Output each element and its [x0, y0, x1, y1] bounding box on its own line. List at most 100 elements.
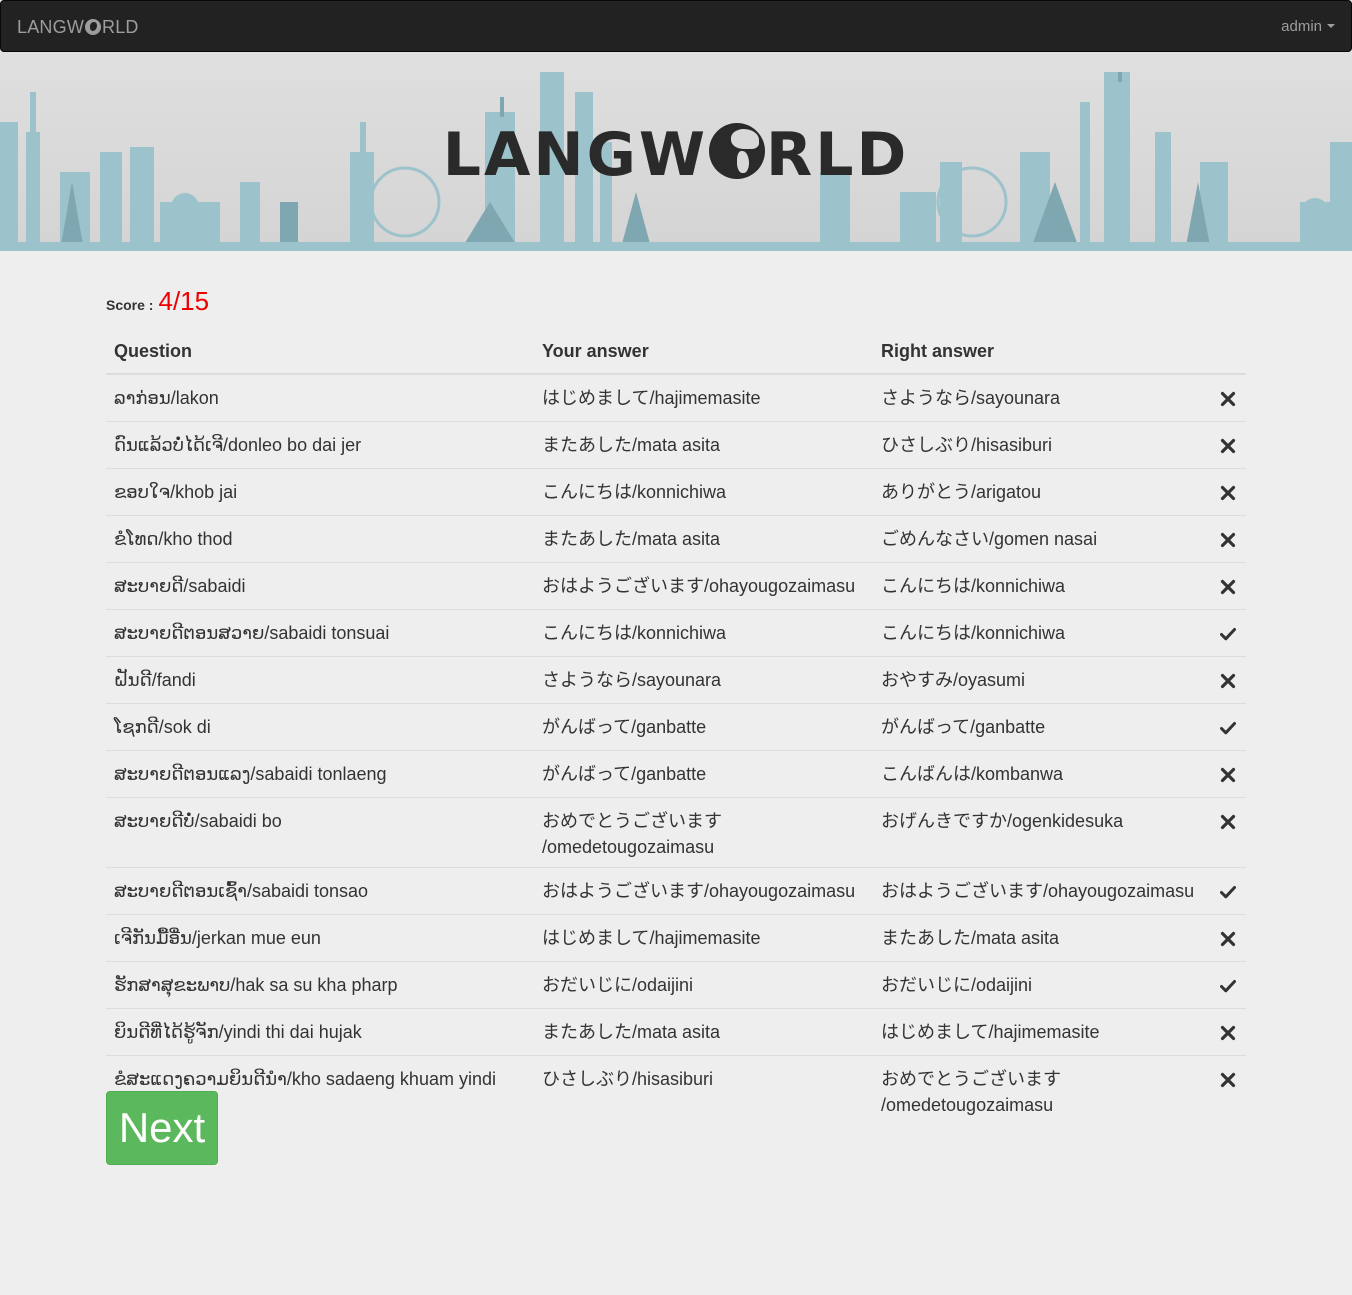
question-cell: ສະບາຍດີຕອນເຊົ້າ/sabaidi tonsao	[106, 867, 534, 915]
your-answer-cell: がんばって/ganbatte	[534, 703, 873, 751]
result-cell	[1212, 609, 1246, 657]
user-dropdown[interactable]: admin	[1281, 18, 1335, 35]
result-cell	[1212, 1008, 1246, 1056]
cross-icon	[1220, 811, 1236, 830]
result-cell	[1212, 515, 1246, 563]
result-cell	[1212, 797, 1246, 868]
question-cell: ສະບາຍດີຕອນແລງ/sabaidi tonlaeng	[106, 750, 534, 798]
right-answer-cell: さようなら/sayounara	[881, 388, 1061, 408]
right-answer-cell: またあした/mata asita	[873, 914, 1212, 962]
column-header-right-answer: Right answer	[873, 330, 1212, 375]
cross-icon	[1220, 928, 1236, 947]
result-cell	[1212, 867, 1246, 915]
question-cell: ເຈີກັນມື້ອື່ນ/jerkan mue eun	[106, 914, 534, 962]
table-row: ສະບາຍດີ/sabaidi おはようございます/ohayougozaimasu…	[106, 562, 1246, 610]
question-cell: ລາກ່ອນ/lakon	[114, 388, 219, 408]
your-answer-cell: おはようございます/ohayougozaimasu	[534, 562, 873, 610]
caret-down-icon	[1327, 24, 1335, 28]
result-cell	[1212, 914, 1246, 962]
right-answer-cell: はじめまして/hajimemasite	[873, 1008, 1212, 1056]
right-answer-cell: がんばって/ganbatte	[873, 703, 1212, 751]
result-cell	[1212, 703, 1246, 751]
question-cell: ສະບາຍດີ/sabaidi	[106, 562, 534, 610]
right-answer-cell: こんにちは/konnichiwa	[873, 562, 1212, 610]
question-cell: ສະບາຍດີຕອນສວາຍ/sabaidi tonsuai	[106, 609, 534, 657]
check-icon	[1220, 717, 1236, 735]
table-row: ຮັກສາສຸຂະພາບ/hak sa su kha pharp おだいじに/od…	[106, 961, 1246, 1009]
question-cell: ດົນແລ້ວບໍ່ໄດ້ເຈີ/donleo bo dai jer	[106, 421, 534, 469]
your-answer-cell: がんばって/ganbatte	[534, 750, 873, 798]
question-cell: ຝັນດີ/fandi	[106, 656, 534, 704]
result-cell	[1212, 421, 1246, 469]
result-cell	[1212, 750, 1246, 798]
your-answer-cell: おめでとうございます/omedetougozaimasu	[534, 797, 873, 868]
cross-icon	[1220, 435, 1236, 454]
banner-logo: LANGW RLD	[0, 120, 1352, 190]
your-answer-cell: おはようございます/ohayougozaimasu	[534, 867, 873, 915]
table-row: ຂອບໃຈ/khob jai こんにちは/konnichiwa ありがとう/arig…	[106, 468, 1246, 516]
cross-icon	[1220, 764, 1236, 783]
user-name: admin	[1281, 18, 1322, 35]
score-label: Score :	[106, 297, 154, 313]
your-answer-cell: さようなら/sayounara	[534, 656, 873, 704]
your-answer-cell: おだいじに/odaijini	[534, 961, 873, 1009]
globe-icon	[709, 123, 766, 179]
right-answer-cell: おやすみ/oyasumi	[873, 656, 1212, 704]
cross-icon	[1220, 388, 1236, 407]
question-cell: ຮັກສາສຸຂະພາບ/hak sa su kha pharp	[106, 961, 534, 1009]
right-answer-cell: ありがとう/arigatou	[873, 468, 1212, 516]
right-answer-cell: こんばんは/kombanwa	[873, 750, 1212, 798]
table-row: ຍິນດີທີ່ໄດ້ຮູ້ຈັກ/yindi thi dai hujak またあ…	[106, 1008, 1246, 1056]
result-cell	[1212, 562, 1246, 610]
cross-icon	[1220, 576, 1236, 595]
question-cell: ໂຊກດີ/sok di	[106, 703, 534, 751]
cross-icon	[1220, 529, 1236, 548]
table-row: ສະບາຍດີຕອນເຊົ້າ/sabaidi tonsao おはようございます/…	[106, 867, 1246, 915]
results-table: Question Your answer Right answer ລາກ່ອນ…	[106, 330, 1246, 1125]
next-button[interactable]: Next	[106, 1091, 218, 1165]
question-cell: ສະບາຍດີບໍ່/sabaidi bo	[106, 797, 534, 868]
your-answer-cell: はじめまして/hajimemasite	[542, 388, 761, 408]
table-row: ຂໍໂທດ/kho thod またあした/mata asita ごめんなさい/gom…	[106, 515, 1246, 563]
check-icon	[1220, 623, 1236, 641]
column-header-question: Question	[106, 330, 534, 375]
check-icon	[1220, 975, 1236, 993]
your-answer-cell: ひさしぶり/hisasiburi	[534, 1055, 873, 1125]
right-answer-cell: おだいじに/odaijini	[873, 961, 1212, 1009]
table-header-row: Question Your answer Right answer	[106, 330, 1246, 375]
your-answer-cell: はじめまして/hajimemasite	[534, 914, 873, 962]
top-navbar: LANGW RLD admin	[0, 0, 1352, 52]
table-row: ໂຊກດີ/sok di がんばって/ganbatte がんばって/ganbatte	[106, 703, 1246, 751]
right-answer-cell: おめでとうございます/omedetougozaimasu	[873, 1055, 1212, 1125]
check-icon	[1220, 881, 1236, 899]
table-row: ດົນແລ້ວບໍ່ໄດ້ເຈີ/donleo bo dai jer またあした/…	[106, 421, 1246, 469]
banner-logo-prefix: LANGW	[442, 120, 709, 190]
table-row: ເຈີກັນມື້ອື່ນ/jerkan mue eun はじめまして/hajim…	[106, 914, 1246, 962]
question-cell: ຂໍໂທດ/kho thod	[106, 515, 534, 563]
table-row: ຝັນດີ/fandi さようなら/sayounara おやすみ/oyasumi	[106, 656, 1246, 704]
result-cell	[1212, 374, 1246, 422]
table-row: ລາກ່ອນ/lakon はじめまして/hajimemasite さようなら/say…	[106, 374, 1246, 422]
column-header-result	[1212, 330, 1246, 375]
cross-icon	[1220, 670, 1236, 689]
right-answer-cell: おげんきですか/ogenkidesuka	[873, 797, 1212, 868]
result-cell	[1212, 961, 1246, 1009]
result-cell	[1212, 656, 1246, 704]
right-answer-cell: ごめんなさい/gomen nasai	[873, 515, 1212, 563]
your-answer-cell: またあした/mata asita	[534, 1008, 873, 1056]
your-answer-cell: またあした/mata asita	[534, 515, 873, 563]
result-cell	[1212, 468, 1246, 516]
table-row: ສະບາຍດີຕອນສວາຍ/sabaidi tonsuai こんにちは/konn…	[106, 609, 1246, 657]
banner-logo-suffix: RLD	[766, 120, 910, 190]
your-answer-cell: またあした/mata asita	[534, 421, 873, 469]
navbar-brand-link[interactable]: LANGW RLD	[17, 17, 139, 38]
globe-icon	[85, 19, 102, 35]
cross-icon	[1220, 482, 1236, 501]
result-cell	[1212, 1055, 1246, 1125]
right-answer-cell: こんにちは/konnichiwa	[873, 609, 1212, 657]
question-cell: ຍິນດີທີ່ໄດ້ຮູ້ຈັກ/yindi thi dai hujak	[106, 1008, 534, 1056]
cross-icon	[1220, 1022, 1236, 1041]
right-answer-cell: ひさしぶり/hisasiburi	[873, 421, 1212, 469]
right-answer-cell: おはようございます/ohayougozaimasu	[873, 867, 1212, 915]
score-display: Score : 4/15	[106, 286, 209, 317]
